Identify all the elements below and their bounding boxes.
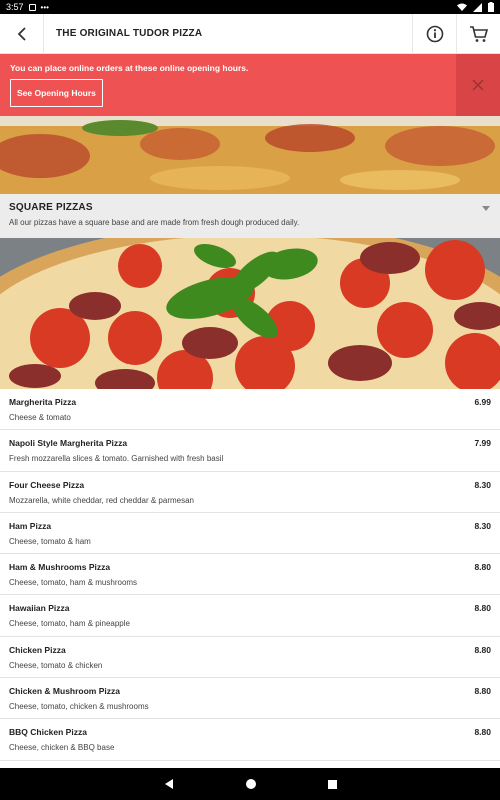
category-description: All our pizzas have a square base and ar… (9, 218, 300, 227)
menu-item[interactable]: Ham Pizza Cheese, tomato & ham 8.30 (0, 513, 500, 555)
menu-item[interactable]: BBQ Chicken Pizza Cheese, chicken & BBQ … (0, 719, 500, 761)
menu-item[interactable]: Hawaiian Pizza Cheese, tomato, ham & pin… (0, 595, 500, 637)
menu-item[interactable]: Napoli Style Margherita Pizza Fresh mozz… (0, 430, 500, 472)
menu-item-description: Cheese, tomato & ham (9, 536, 91, 546)
battery-icon (488, 2, 494, 12)
menu-item[interactable]: Chicken Pizza Cheese, tomato & chicken 8… (0, 637, 500, 679)
menu-item-name: Chicken & Mushroom Pizza (9, 686, 120, 697)
menu-list: Margherita Pizza Cheese & tomato 6.99 Na… (0, 389, 500, 767)
menu-item-price: 8.30 (474, 520, 491, 531)
cart-icon (469, 25, 488, 42)
status-time: 3:57 (6, 2, 24, 12)
banner-message: You can place online orders at these onl… (10, 63, 249, 73)
chevron-down-icon (482, 206, 490, 211)
menu-item-price: 8.80 (474, 644, 491, 655)
menu-item-description: Cheese, tomato & chicken (9, 660, 103, 670)
banner-close-button[interactable] (456, 54, 500, 116)
info-button[interactable] (412, 13, 456, 54)
menu-item-price: 8.80 (474, 562, 491, 573)
category-title: SQUARE PIZZAS (9, 202, 93, 213)
menu-item-name: Ham Pizza (9, 520, 52, 531)
cart-button[interactable] (456, 13, 500, 54)
see-opening-hours-button[interactable]: See Opening Hours (10, 79, 103, 107)
opening-hours-banner: You can place online orders at these onl… (0, 54, 500, 116)
menu-item-description: Fresh mozzarella slices & tomato. Garnis… (9, 454, 224, 464)
menu-item-name: Ham & Mushrooms Pizza (9, 562, 111, 573)
status-bar: 3:57 ••• (0, 0, 500, 14)
menu-item-description: Cheese, chicken & BBQ base (9, 743, 115, 753)
menu-item-name: Four Cheese Pizza (9, 479, 85, 490)
menu-item-price: 8.80 (474, 603, 491, 614)
menu-item-description: Mozzarella, white cheddar, red cheddar &… (9, 495, 194, 505)
menu-item-description: Cheese, tomato, ham & mushrooms (9, 578, 138, 588)
category-header[interactable]: SQUARE PIZZAS All our pizzas have a squa… (0, 194, 500, 238)
signal-dots-icon: ••• (40, 2, 49, 12)
menu-item-name: BBQ Chicken Pizza (9, 727, 87, 738)
menu-item-name: Margherita Pizza (9, 397, 77, 407)
restaurant-hero-image (0, 116, 500, 194)
info-icon (426, 25, 443, 42)
menu-item-price: 8.30 (474, 479, 491, 490)
menu-item[interactable]: Chicken & Mushroom Pizza Cheese, tomato,… (0, 678, 500, 720)
app-bar: THE ORIGINAL TUDOR PIZZA (0, 13, 500, 54)
page-title: THE ORIGINAL TUDOR PIZZA (56, 28, 203, 39)
menu-item[interactable]: Margherita Pizza Cheese & tomato 6.99 (0, 389, 500, 431)
category-image (0, 238, 500, 389)
menu-item-price: 7.99 (474, 438, 491, 449)
home-circle-icon[interactable] (245, 778, 257, 790)
menu-item-description: Cheese, tomato, ham & pineapple (9, 619, 130, 629)
menu-item-name: Napoli Style Margherita Pizza (9, 438, 128, 449)
cell-signal-icon (473, 2, 482, 12)
menu-item-name: Hawaiian Pizza (9, 603, 70, 614)
close-icon (472, 79, 484, 91)
system-nav-bar (0, 768, 500, 800)
menu-item-price: 8.80 (474, 727, 491, 738)
notification-icon (28, 3, 36, 11)
banner-content: You can place online orders at these onl… (0, 54, 456, 116)
menu-item-name: Chicken Pizza (9, 644, 66, 655)
back-triangle-icon[interactable] (163, 778, 175, 790)
chevron-left-icon (17, 26, 26, 41)
recents-square-icon[interactable] (327, 779, 338, 790)
back-button[interactable] (0, 13, 44, 54)
menu-item-price: 8.80 (474, 686, 491, 697)
menu-item-description: Cheese & tomato (9, 413, 71, 422)
menu-item-description: Cheese, tomato, chicken & mushrooms (9, 702, 149, 712)
menu-item[interactable]: Four Cheese Pizza Mozzarella, white ched… (0, 472, 500, 513)
wifi-icon (457, 3, 467, 11)
menu-item-price: 6.99 (474, 397, 491, 407)
menu-item[interactable]: Ham & Mushrooms Pizza Cheese, tomato, ha… (0, 554, 500, 596)
